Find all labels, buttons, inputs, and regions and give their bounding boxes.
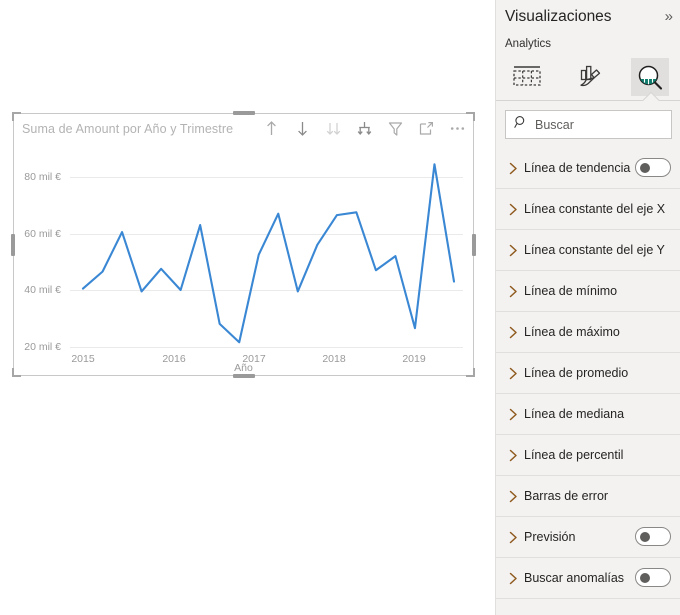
chevron-right-icon[interactable] (502, 203, 524, 216)
chevron-right-icon[interactable] (502, 367, 524, 380)
resize-handle-top[interactable] (232, 111, 255, 115)
analytics-option-row[interactable]: Línea de promedio (496, 353, 680, 394)
resize-handle-top-left[interactable] (12, 112, 21, 121)
analytics-option-label: Línea de percentil (524, 448, 624, 462)
analytics-option-label: Barras de error (524, 489, 609, 503)
line-chart-visual[interactable]: Suma de Amount por Año y Trimestre 80 mi… (11, 111, 476, 378)
analytics-option-label: Línea de máximo (524, 325, 620, 339)
analytics-option-label: Línea de mediana (524, 407, 625, 421)
chart-plot-area[interactable]: 80 mil € 60 mil € 40 mil € 20 mil € 2015… (13, 155, 474, 376)
format-paintbrush-icon (570, 58, 608, 96)
chevron-right-icon[interactable] (502, 244, 524, 257)
chevron-right-icon[interactable] (502, 162, 524, 175)
chevron-right-icon[interactable] (502, 531, 524, 544)
report-canvas[interactable]: Suma de Amount por Año y Trimestre 80 mi… (0, 0, 495, 615)
analytics-option-label: Línea de mínimo (524, 284, 618, 298)
fields-icon (508, 58, 546, 96)
analytics-option-label: Línea de tendencia (524, 161, 631, 175)
analytics-options-list: Línea de tendencia Línea constante del ej… (496, 148, 680, 599)
tab-format[interactable] (558, 54, 620, 100)
resize-handle-left[interactable] (11, 233, 15, 256)
visual-header-icons (263, 119, 466, 138)
analytics-option-label: Buscar anomalías (524, 571, 625, 585)
focus-mode-icon[interactable] (418, 119, 435, 138)
panel-header: Visualizaciones » (496, 0, 680, 38)
analytics-option-label: Línea constante del eje Y (524, 243, 665, 257)
visualizations-panel: Visualizaciones » Analytics Buscar Línea… (495, 0, 680, 615)
visual-header: Suma de Amount por Año y Trimestre (19, 119, 468, 147)
analytics-option-row[interactable]: Línea constante del eje Y (496, 230, 680, 271)
analytics-option-row[interactable]: Línea de mediana (496, 394, 680, 435)
resize-handle-top-right[interactable] (466, 112, 475, 121)
analytics-option-row[interactable]: Previsión (496, 517, 680, 558)
analytics-option-toggle[interactable] (635, 158, 671, 177)
chevron-right-icon[interactable] (502, 326, 524, 339)
visual-title: Suma de Amount por Año y Trimestre (22, 122, 234, 136)
analytics-option-row[interactable]: Línea de mínimo (496, 271, 680, 312)
filter-icon[interactable] (387, 119, 404, 138)
drill-up-icon[interactable] (263, 119, 280, 138)
analytics-magnifier-icon (631, 58, 670, 96)
chevron-right-icon[interactable] (502, 572, 524, 585)
analytics-option-row[interactable]: Línea de tendencia (496, 148, 680, 189)
chevron-right-icon[interactable] (502, 490, 524, 503)
search-input[interactable] (535, 117, 655, 132)
drill-down-icon[interactable] (294, 119, 311, 138)
analytics-option-label: Línea constante del eje X (524, 202, 666, 216)
chevron-right-icon[interactable] (502, 449, 524, 462)
chevron-right-icon[interactable] (502, 285, 524, 298)
analytics-option-toggle[interactable] (635, 568, 671, 587)
resize-handle-right[interactable] (472, 233, 476, 256)
panel-title: Visualizaciones (505, 8, 612, 25)
tab-fields[interactable] (496, 54, 558, 100)
resize-handle-bottom-left[interactable] (12, 368, 21, 377)
resize-handle-bottom[interactable] (232, 374, 255, 378)
x-axis-title: Año (234, 362, 253, 374)
search-icon (514, 115, 528, 134)
line-series-svg (81, 163, 456, 344)
search-field[interactable] (505, 110, 672, 139)
drill-mode-icon[interactable] (356, 119, 373, 138)
active-tab-pointer (636, 92, 666, 101)
analytics-option-row[interactable]: Línea de máximo (496, 312, 680, 353)
resize-handle-bottom-right[interactable] (466, 368, 475, 377)
analytics-option-row[interactable]: Barras de error (496, 476, 680, 517)
analytics-option-row[interactable]: Buscar anomalías (496, 558, 680, 599)
analytics-option-row[interactable]: Línea constante del eje X (496, 189, 680, 230)
more-options-icon[interactable] (449, 119, 466, 138)
analytics-option-label: Línea de promedio (524, 366, 629, 380)
collapse-panel-icon[interactable]: » (665, 8, 673, 26)
analytics-option-row[interactable]: Línea de percentil (496, 435, 680, 476)
analytics-option-label: Previsión (524, 530, 576, 544)
chevron-right-icon[interactable] (502, 408, 524, 421)
panel-subtitle: Analytics (505, 38, 552, 50)
analytics-option-toggle[interactable] (635, 527, 671, 546)
expand-all-icon[interactable] (325, 119, 342, 138)
search-box[interactable] (505, 110, 672, 139)
